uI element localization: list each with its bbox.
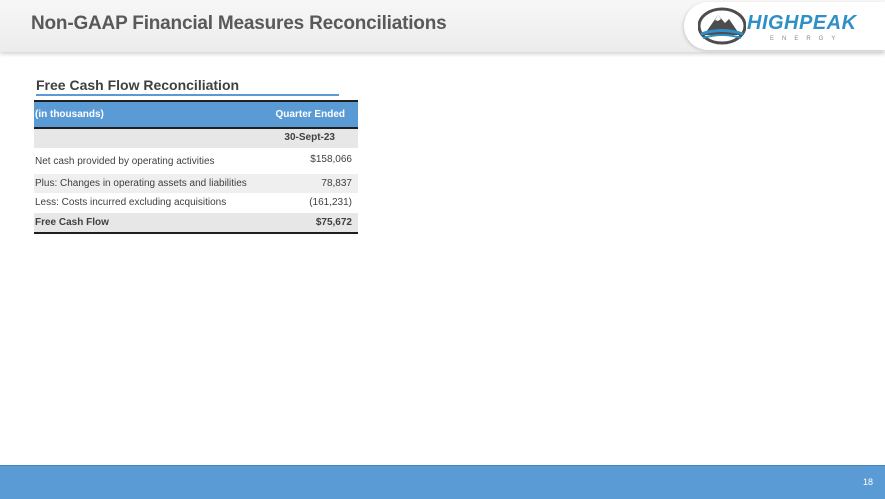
fcf-reconciliation-table: (in thousands) Quarter Ended 30-Sept-23 … (34, 100, 358, 234)
logo-wordmark: HIGHPEAK (747, 12, 857, 34)
table-total-row: Free Cash Flow $75,672 (34, 213, 358, 234)
row-value: 78,837 (321, 178, 352, 189)
row-value: (161,231) (309, 197, 352, 208)
table-header-row: (in thousands) Quarter Ended (34, 100, 358, 129)
period-label: Quarter Ended (275, 109, 345, 120)
slide-footer: 18 (0, 465, 885, 499)
section-title: Free Cash Flow Reconciliation (36, 77, 339, 96)
page-number: 18 (862, 477, 873, 487)
table-row: Net cash provided by operating activitie… (34, 148, 358, 174)
row-label: Less: Costs incurred excluding acquisiti… (35, 197, 227, 208)
row-value: $75,672 (315, 217, 352, 228)
company-logo: HIGHPEAK ENERGY (684, 2, 885, 50)
row-label: Net cash provided by operating activitie… (35, 156, 215, 167)
table-row: Plus: Changes in operating assets and li… (34, 174, 358, 193)
slide-header: Non-GAAP Financial Measures Reconciliati… (0, 0, 885, 52)
row-label: Free Cash Flow (35, 217, 109, 228)
unit-label: (in thousands) (35, 109, 104, 120)
row-label: Plus: Changes in operating assets and li… (35, 178, 247, 189)
logo-subtitle: ENERGY (770, 36, 844, 42)
table-subheader-row: 30-Sept-23 (34, 129, 358, 148)
period-date: 30-Sept-23 (284, 132, 335, 143)
mountain-logo-icon (698, 7, 746, 45)
table-row: Less: Costs incurred excluding acquisiti… (34, 193, 358, 213)
row-value: $158,066 (310, 154, 352, 165)
page-title: Non-GAAP Financial Measures Reconciliati… (31, 13, 447, 34)
